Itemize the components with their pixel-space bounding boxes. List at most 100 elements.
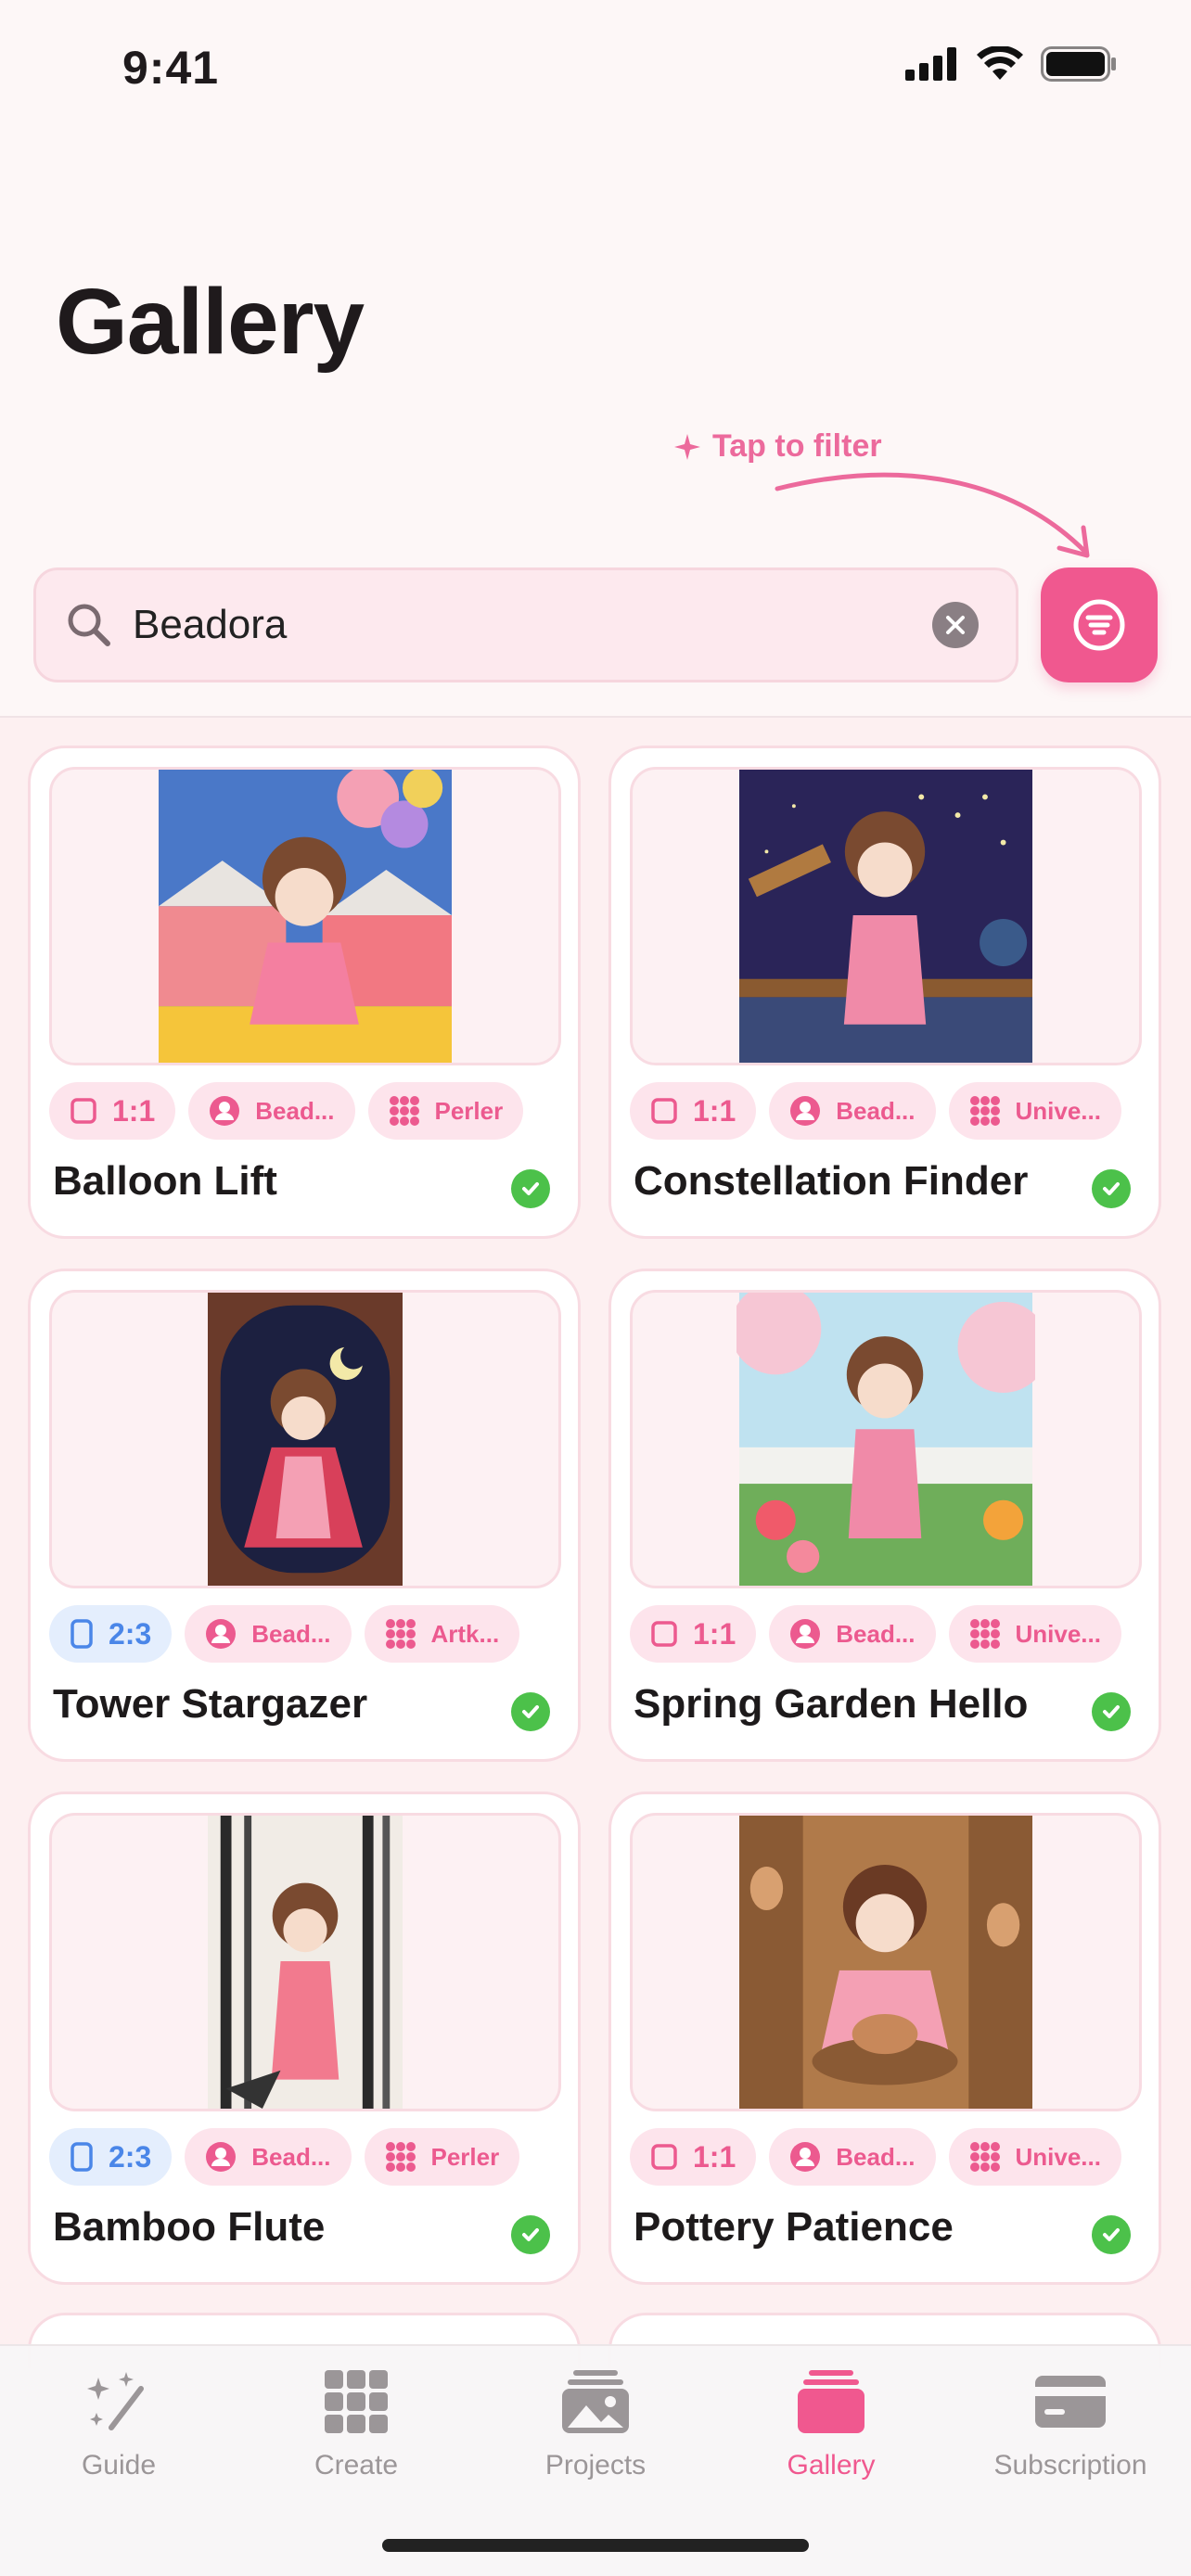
tab-guide[interactable]: Guide	[0, 2346, 237, 2513]
tab-subscription[interactable]: Subscription	[952, 2346, 1189, 2513]
aspect-ratio-label: 2:3	[109, 2139, 152, 2174]
creator-label: Bead...	[836, 1619, 916, 1648]
aspect-ratio-chip: 1:1	[630, 1082, 757, 1140]
pattern-thumbnail	[739, 770, 1032, 1063]
aspect-ratio-label: 1:1	[112, 1093, 156, 1128]
grid-icon	[325, 2370, 388, 2433]
gallery-card-tower-stargazer[interactable]: 2:3 Bead... Artk... Tower Stargazer	[28, 1269, 581, 1762]
aspect-ratio-chip: 1:1	[630, 2128, 757, 2186]
portrait-rect-icon	[70, 2142, 93, 2172]
aspect-ratio-chip: 2:3	[49, 1605, 173, 1663]
card-image	[49, 767, 561, 1065]
brand-label: Artk...	[430, 1619, 500, 1648]
creator-label: Bead...	[251, 1619, 331, 1648]
creator-label: Bead...	[251, 2142, 331, 2171]
tab-gallery[interactable]: Gallery	[712, 2346, 950, 2513]
brand-label: Unive...	[1015, 1096, 1101, 1125]
aspect-ratio-label: 1:1	[693, 1093, 736, 1128]
brand-label: Perler	[430, 2142, 500, 2171]
page-title: Gallery	[56, 270, 365, 374]
tab-projects[interactable]: Projects	[477, 2346, 714, 2513]
card-image	[630, 1290, 1142, 1588]
aspect-ratio-chip: 1:1	[630, 1605, 757, 1663]
tab-create[interactable]: Create	[237, 2346, 475, 2513]
pattern-thumbnail	[739, 1816, 1032, 2109]
brand-label: Unive...	[1015, 2142, 1101, 2171]
tab-label: Gallery	[787, 2450, 876, 2480]
photo-stack-icon	[562, 2370, 629, 2433]
square-icon	[651, 2144, 677, 2170]
creator-chip: Bead...	[185, 1605, 352, 1663]
grid-dots-icon	[385, 1619, 416, 1649]
check-circle-icon	[1092, 1169, 1131, 1208]
pattern-thumbnail	[207, 1816, 403, 2109]
hint-arrow-icon	[775, 472, 1090, 558]
tab-label: Projects	[544, 2450, 647, 2480]
card-title: Balloon Lift	[53, 1158, 277, 1204]
status-bar: 9:41	[0, 0, 1191, 130]
card-title: Pottery Patience	[634, 2204, 954, 2250]
gallery-stack-icon	[798, 2370, 864, 2433]
search-input[interactable]: Beadora	[133, 602, 932, 648]
pattern-thumbnail	[736, 1293, 1035, 1586]
brand-chip: Perler	[364, 2128, 520, 2186]
signal-icon	[905, 47, 956, 81]
brand-chip: Unive...	[948, 1082, 1121, 1140]
check-circle-icon	[511, 1169, 550, 1208]
home-indicator	[382, 2539, 809, 2552]
aspect-ratio-chip: 1:1	[49, 1082, 176, 1140]
card-title: Spring Garden Hello	[634, 1681, 1029, 1727]
brand-chip: Artk...	[364, 1605, 520, 1663]
creator-chip: Bead...	[769, 1082, 936, 1140]
pattern-thumbnail	[207, 1293, 403, 1586]
square-icon	[651, 1621, 677, 1647]
filter-button[interactable]	[1041, 567, 1158, 682]
portrait-rect-icon	[70, 1619, 93, 1649]
person-icon	[790, 2142, 821, 2172]
gallery-card-spring-garden-hello[interactable]: 1:1 Bead... Unive... Spring Garden Hello	[608, 1269, 1161, 1762]
gallery-card-pottery-patience[interactable]: 1:1 Bead... Unive... Pottery Patience	[608, 1792, 1161, 2285]
person-icon	[210, 1096, 240, 1126]
credit-card-icon	[1035, 2376, 1106, 2428]
aspect-ratio-label: 1:1	[693, 2139, 736, 2174]
clear-search-button[interactable]	[932, 602, 979, 648]
brand-label: Unive...	[1015, 1619, 1101, 1648]
search-icon	[68, 604, 110, 646]
aspect-ratio-label: 1:1	[693, 1616, 736, 1651]
gallery-card-balloon-lift[interactable]: 1:1 Bead... Perler Balloon Lift	[28, 746, 581, 1239]
status-time: 9:41	[122, 42, 220, 94]
card-title: Tower Stargazer	[53, 1681, 368, 1727]
card-image	[630, 1813, 1142, 2111]
brand-label: Perler	[434, 1096, 504, 1125]
gallery-card-bamboo-flute[interactable]: 2:3 Bead... Perler Bamboo Flute	[28, 1792, 581, 2285]
card-image	[630, 767, 1142, 1065]
person-icon	[206, 1619, 237, 1649]
aspect-ratio-label: 2:3	[109, 1616, 152, 1651]
tab-label: Guide	[81, 2450, 157, 2480]
pattern-thumbnail	[159, 770, 452, 1063]
creator-label: Bead...	[836, 2142, 916, 2171]
check-circle-icon	[1092, 1692, 1131, 1731]
gallery-card-constellation-finder[interactable]: 1:1 Bead... Unive... Constellation Finde…	[608, 746, 1161, 1239]
grid-dots-icon	[969, 1096, 1000, 1126]
person-icon	[790, 1096, 821, 1126]
grid-dots-icon	[385, 2142, 416, 2172]
aspect-ratio-chip: 2:3	[49, 2128, 173, 2186]
check-circle-icon	[511, 1692, 550, 1731]
tab-label: Subscription	[993, 2450, 1147, 2480]
person-icon	[206, 2142, 237, 2172]
sparkle-icon	[674, 433, 700, 460]
creator-chip: Bead...	[188, 1082, 355, 1140]
brand-chip: Perler	[367, 1082, 524, 1140]
creator-label: Bead...	[255, 1096, 335, 1125]
close-icon	[946, 616, 965, 634]
filter-hint: Tap to filter	[673, 428, 882, 465]
search-bar[interactable]: Beadora	[33, 567, 1018, 682]
battery-icon	[1041, 46, 1116, 82]
status-icons	[905, 46, 1117, 82]
brand-chip: Unive...	[948, 1605, 1121, 1663]
check-circle-icon	[1092, 2215, 1131, 2254]
creator-label: Bead...	[836, 1096, 916, 1125]
tab-label: Create	[314, 2450, 399, 2480]
creator-chip: Bead...	[769, 1605, 936, 1663]
